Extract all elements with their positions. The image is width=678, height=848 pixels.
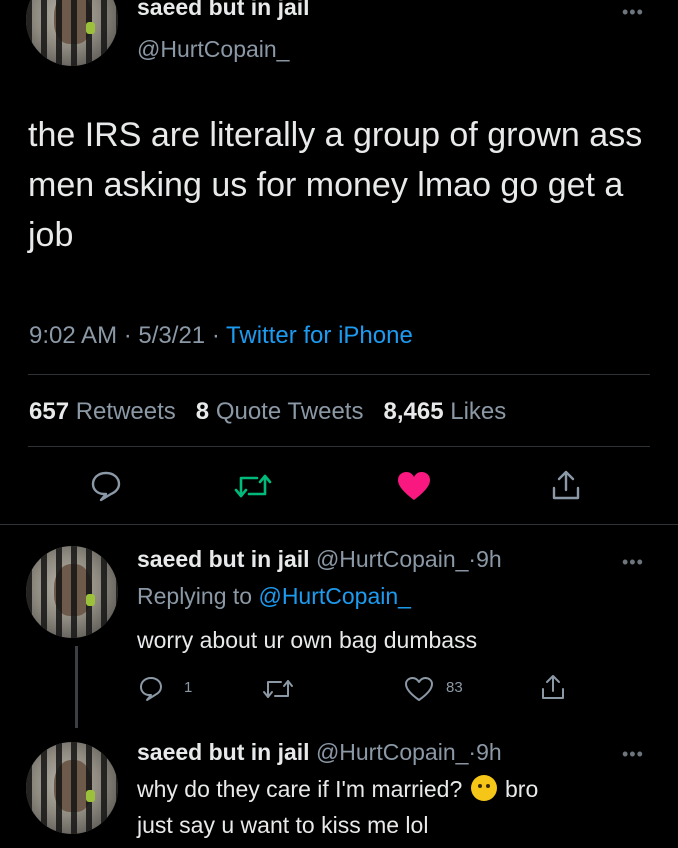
reply-header: saeed but in jail @HurtCopain_·9h <box>137 546 502 573</box>
more-dots-icon[interactable]: ••• <box>622 744 644 765</box>
avatar[interactable] <box>26 546 118 638</box>
reply-age[interactable]: 9h <box>476 546 502 572</box>
author-name[interactable]: saeed but in jail <box>137 739 310 765</box>
reply-text-part: bro <box>505 776 539 802</box>
avatar-bars <box>26 0 118 66</box>
quote-count: 8 <box>195 398 210 425</box>
avatar-bars <box>26 742 118 834</box>
avatar[interactable] <box>26 742 118 834</box>
reply-bubble-icon[interactable] <box>137 674 165 702</box>
divider <box>28 446 650 447</box>
meta-separator: · <box>211 322 220 349</box>
tweet-meta: 9:02 AM · 5/3/21 · Twitter for iPhone <box>29 322 413 350</box>
divider <box>28 374 650 375</box>
heart-icon[interactable] <box>396 470 432 502</box>
retweets-stat[interactable]: 657 Retweets <box>29 398 176 425</box>
meta-separator: · <box>468 739 477 765</box>
reply-text: why do they care if I'm married? bro <box>137 772 538 807</box>
reply-count: 1 <box>184 679 193 696</box>
engagement-stats: 657 Retweets 8 Quote Tweets 8,465 Likes <box>29 398 506 426</box>
replying-to-handle[interactable]: @HurtCopain_ <box>258 583 410 609</box>
likes-count: 8,465 <box>383 398 444 425</box>
author-handle[interactable]: @HurtCopain_ <box>137 36 289 63</box>
avatar-detail <box>86 594 95 606</box>
likes-label: Likes <box>450 398 507 425</box>
tweet-date[interactable]: 5/3/21 <box>138 322 205 349</box>
reply-text-line2: just say u want to kiss me lol <box>137 812 429 838</box>
likes-stat[interactable]: 8,465 Likes <box>383 398 506 425</box>
reply-age[interactable]: 9h <box>476 739 502 765</box>
meta-separator: · <box>123 322 132 349</box>
quotes-stat[interactable]: 8 Quote Tweets <box>196 398 364 425</box>
retweets-count: 657 <box>29 398 70 425</box>
reply-header: saeed but in jail @HurtCopain_·9h <box>137 739 502 766</box>
heart-icon[interactable] <box>404 676 434 702</box>
replying-to-label: Replying to <box>137 583 253 609</box>
retweet-icon[interactable] <box>262 676 294 702</box>
meta-separator: · <box>468 546 477 572</box>
tweet-text: the IRS are literally a group of grown a… <box>28 116 643 254</box>
more-dots-icon[interactable]: ••• <box>622 552 644 573</box>
replying-to: Replying to @HurtCopain_ <box>137 583 411 610</box>
author-name[interactable]: saeed but in jail <box>137 546 310 572</box>
reply-bubble-icon[interactable] <box>89 468 123 502</box>
author-name[interactable]: saeed but in jail <box>137 0 310 21</box>
avatar-bars <box>26 546 118 638</box>
retweet-icon[interactable] <box>233 470 273 502</box>
avatar[interactable] <box>26 0 118 66</box>
author-handle[interactable]: @HurtCopain_ <box>316 546 468 572</box>
divider <box>0 524 678 525</box>
tweet-source[interactable]: Twitter for iPhone <box>226 322 413 349</box>
avatar-detail <box>86 22 95 34</box>
retweets-label: Retweets <box>75 398 176 425</box>
like-count: 83 <box>446 679 463 696</box>
reply-text: worry about ur own bag dumbass <box>137 627 478 653</box>
tweet-time: 9:02 AM <box>29 322 118 349</box>
share-icon[interactable] <box>550 468 582 502</box>
avatar-detail <box>86 790 95 802</box>
thread-connector <box>75 646 78 728</box>
quote-label: Quote Tweets <box>215 398 364 425</box>
share-icon[interactable] <box>540 673 566 701</box>
more-dots-icon[interactable]: ••• <box>622 2 644 23</box>
author-handle[interactable]: @HurtCopain_ <box>316 739 468 765</box>
raised-eyebrow-emoji-icon <box>470 775 497 801</box>
reply-text-part: why do they care if I'm married? <box>137 776 463 802</box>
